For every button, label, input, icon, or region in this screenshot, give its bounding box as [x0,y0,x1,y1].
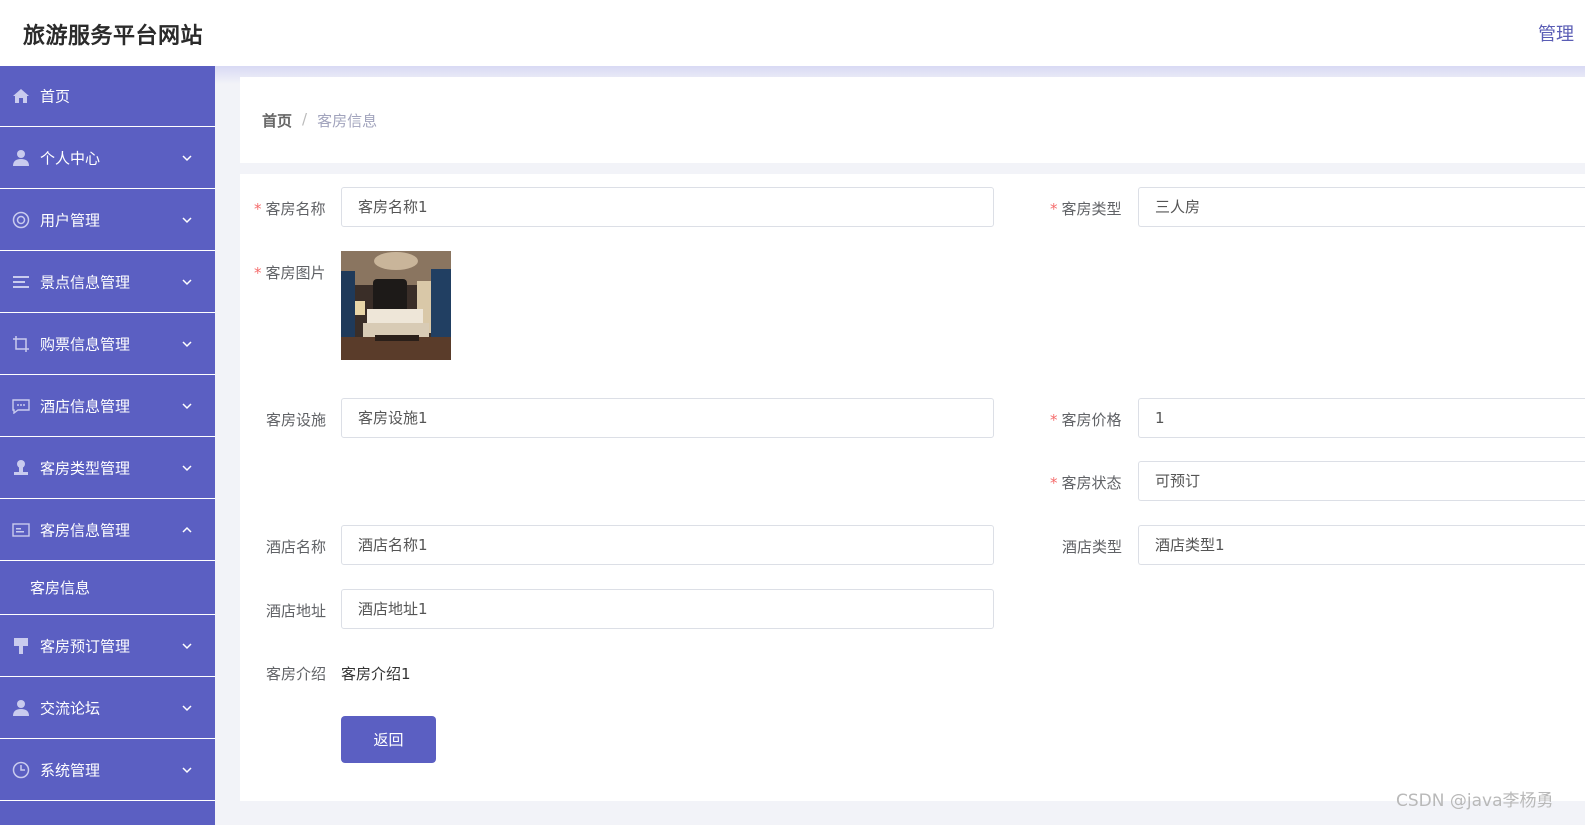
user-icon [12,699,30,717]
breadcrumb-panel: 首页 / 客房信息 [240,77,1585,163]
hotel-address-label: 酒店地址 [266,602,327,620]
sidebar-item-booking-management[interactable]: 客房预订管理 [0,615,215,677]
sidebar-item-label: 系统管理 [40,761,101,779]
room-name-field[interactable]: 客房名称1 [341,187,994,227]
required-mark: * [1050,411,1058,429]
sidebar-item-label: 用户管理 [40,211,101,229]
hotel-address-field[interactable]: 酒店地址1 [341,589,994,629]
room-image-label: * 客房图片 [254,264,326,282]
chevron-down-icon [182,216,192,223]
sidebar-item-home[interactable]: 首页 [0,66,215,127]
required-mark: * [254,264,262,282]
breadcrumb-home[interactable]: 首页 [262,110,292,131]
sidebar-item-room-info-management[interactable]: 客房信息管理 [0,499,215,561]
sidebar-item-system-management[interactable]: 系统管理 [0,739,215,801]
room-detail-form: * 客房名称 客房名称1 * 客房类型 三人房 * 客房图片 客房设施 客房设施1 *… [240,174,1585,801]
chevron-down-icon [182,402,192,409]
room-status-label: * 客房状态 [1050,474,1122,492]
sidebar-item-label: 交流论坛 [40,699,101,717]
breadcrumb: 首页 / 客房信息 [262,110,377,131]
sidebar-item-label: 酒店信息管理 [40,397,131,415]
back-button[interactable]: 返回 [341,716,436,763]
room-intro-text: 客房介绍1 [341,665,411,683]
room-facilities-label: 客房设施 [266,411,327,429]
sidebar-item-personal-center[interactable]: 个人中心 [0,127,215,189]
sidebar-item-scenic-management[interactable]: 景点信息管理 [0,251,215,313]
chat-icon [12,397,30,415]
room-image[interactable] [341,251,451,360]
required-mark: * [1050,474,1058,492]
sidebar-item-label: 景点信息管理 [40,273,131,291]
hotel-name-field[interactable]: 酒店名称1 [341,525,994,565]
brush-icon [12,637,30,655]
chevron-down-icon [182,154,192,161]
room-type-field[interactable]: 三人房 [1138,187,1585,227]
sidebar-item-label: 客房预订管理 [40,637,131,655]
list-icon [12,273,30,291]
room-price-field[interactable]: 1 [1138,398,1585,438]
app-title: 旅游服务平台网站 [23,24,204,49]
sidebar-item-label: 客房类型管理 [40,459,131,477]
room-status-field[interactable]: 可预订 [1138,461,1585,501]
watermark: CSDN @java李杨勇 [1396,791,1554,811]
chevron-down-icon [182,340,192,347]
stamp-icon [12,459,30,477]
sidebar-item-ticket-management[interactable]: 购票信息管理 [0,313,215,375]
room-type-label: * 客房类型 [1050,200,1122,218]
room-name-label: * 客房名称 [254,200,326,218]
sidebar-item-label: 个人中心 [40,149,101,167]
hotel-type-label: 酒店类型 [1062,538,1123,556]
top-header: 旅游服务平台网站 管理 [0,0,1585,66]
card-icon [12,521,30,539]
sidebar-item-forum[interactable]: 交流论坛 [0,677,215,739]
lifebuoy-icon [12,211,30,229]
sidebar-item-room-type-management[interactable]: 客房类型管理 [0,437,215,499]
sidebar: 首页 个人中心 用户管理 景点信息管理 购票信息管理 酒店信息管理 客房类型管理… [0,66,215,825]
breadcrumb-current: 客房信息 [317,112,378,130]
room-facilities-field[interactable]: 客房设施1 [341,398,994,438]
user-icon [12,149,30,167]
admin-link[interactable]: 管理 [1538,20,1585,46]
sidebar-item-label: 客房信息管理 [40,521,131,539]
hotel-type-field[interactable]: 酒店类型1 [1138,525,1585,565]
chevron-down-icon [182,642,192,649]
sidebar-item-hotel-management[interactable]: 酒店信息管理 [0,375,215,437]
chevron-up-icon [182,526,192,533]
chevron-down-icon [182,278,192,285]
room-intro-label: 客房介绍 [266,665,327,683]
required-mark: * [254,200,262,218]
chevron-down-icon [182,766,192,773]
sidebar-item-label: 首页 [40,87,71,106]
required-mark: * [1050,200,1058,218]
chevron-down-icon [182,464,192,471]
sidebar-item-user-management[interactable]: 用户管理 [0,189,215,251]
sidebar-subitem-room-info[interactable]: 客房信息 [0,561,215,615]
clock-icon [12,761,30,779]
hotel-name-label: 酒店名称 [266,538,327,556]
room-price-label: * 客房价格 [1050,411,1122,429]
sidebar-item-label: 购票信息管理 [40,335,131,353]
breadcrumb-separator: / [302,110,308,128]
chevron-down-icon [182,704,192,711]
home-icon [12,87,30,105]
crop-icon [12,335,30,353]
